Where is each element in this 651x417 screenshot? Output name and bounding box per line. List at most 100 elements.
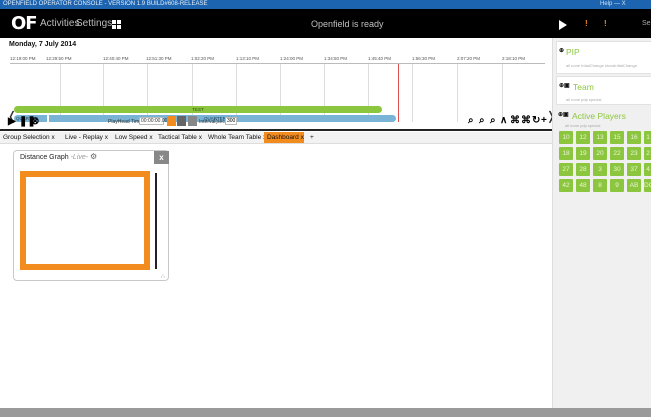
settings-gear-icon[interactable]: ⚙ <box>90 152 97 161</box>
player-badge[interactable]: 9 <box>610 179 624 192</box>
grid-line <box>192 64 193 122</box>
tab-dashboard[interactable]: Dashboard x <box>264 132 304 143</box>
pip-card: ⊕ PIP all none InItalChange showInItalCh… <box>556 41 651 74</box>
player-badge[interactable]: 28 <box>576 163 590 176</box>
caret-up-icon[interactable]: ∧ <box>500 115 507 126</box>
apps-grid-icon[interactable] <box>112 20 121 29</box>
player-badge[interactable]: 20 <box>593 147 607 160</box>
panel-close-button[interactable]: x <box>154 151 169 164</box>
player-badge[interactable]: 23 <box>627 147 641 160</box>
player-badge[interactable]: 15 <box>610 131 624 144</box>
tab-whole-team-table[interactable]: Whole Team Table x <box>205 132 266 143</box>
window-title: OPENFIELD OPERATOR CONSOLE - VERSION 1.9… <box>3 1 208 7</box>
lock-icon[interactable]: ⊕▣ <box>558 111 569 118</box>
grid-line <box>412 64 413 122</box>
alert-marker-1[interactable]: ! <box>585 19 588 28</box>
panel-live-label: -Live- <box>70 154 89 161</box>
tick-label: 1:56:30 PM <box>412 56 436 61</box>
play-icon[interactable]: ▶ <box>8 116 16 128</box>
player-badge[interactable]: 3 <box>593 163 607 176</box>
player-badge[interactable]: 19 <box>576 147 590 160</box>
tick-label: 12:29:50 PM <box>46 56 72 61</box>
player-badge[interactable]: AB <box>627 179 641 192</box>
expand-icon[interactable]: ⊕ <box>559 47 564 54</box>
player-badge[interactable]: 10 <box>559 131 573 144</box>
grid-line <box>280 64 281 122</box>
player-badge[interactable]: 42 <box>559 179 573 192</box>
player-badge[interactable]: 2 <box>644 147 651 160</box>
distance-graph-area[interactable] <box>20 171 150 270</box>
player-badge[interactable]: 13 <box>593 131 607 144</box>
tick-label: 2:18:10 PM <box>502 56 526 61</box>
play-icon[interactable] <box>559 20 567 30</box>
player-badge[interactable]: 1 <box>644 131 651 144</box>
section-divider <box>0 129 552 131</box>
reset-icon[interactable]: ↻ <box>532 115 540 126</box>
playhead-time-field[interactable]: 00:00:00.000 <box>139 117 170 125</box>
tick-label: 1:24:00 PM <box>280 56 304 61</box>
lock-icon[interactable]: ⊕▣ <box>559 82 570 89</box>
record-button[interactable] <box>167 116 176 126</box>
right-sidebar: ⊕ PIP all none InItalChange showInItalCh… <box>552 38 651 408</box>
tab-close-icon: x <box>149 134 153 141</box>
add-tab-button[interactable]: + <box>307 132 317 143</box>
tab-close-icon: x <box>104 134 108 141</box>
resize-handle-icon[interactable]: ∴ <box>161 273 165 280</box>
status-bar <box>0 408 651 417</box>
fullscreen-icon[interactable]: ⌘ <box>510 115 520 126</box>
time-ruler[interactable]: 12:19:00 PM 12:29:50 PM 12:40:40 PM 12:5… <box>10 56 545 64</box>
player-badge[interactable]: DO <box>644 179 651 192</box>
grid-line <box>324 64 325 122</box>
team-title: Team <box>573 82 594 92</box>
players-filters[interactable]: all none pdp special <box>565 123 600 128</box>
grid-line <box>368 64 369 122</box>
tab-close-icon: x <box>198 134 202 141</box>
add-icon[interactable]: + <box>541 115 547 126</box>
player-badge[interactable]: 27 <box>559 163 573 176</box>
tab-live-replay[interactable]: Live - Replay x <box>62 132 112 143</box>
tab-tactical-table[interactable]: Tactical Table x <box>155 132 205 143</box>
menu-settings[interactable]: Settings <box>76 18 112 29</box>
interval-label: Interval(sec): <box>199 119 228 125</box>
player-badge[interactable]: 37 <box>627 163 641 176</box>
player-badge[interactable]: 16 <box>627 131 641 144</box>
window-controls[interactable]: Help — X <box>600 0 626 9</box>
grid-line <box>60 64 61 122</box>
tick-label: 1:34:50 PM <box>324 56 348 61</box>
interval-field[interactable]: 300 <box>225 117 237 125</box>
collapse-icon[interactable]: ⌘ <box>521 115 531 126</box>
player-badge[interactable]: 12 <box>576 131 590 144</box>
player-badge[interactable]: 4 <box>644 163 651 176</box>
tab-group-selection[interactable]: Group Selection x <box>0 132 58 143</box>
step-forward-button[interactable] <box>188 116 197 126</box>
alert-marker-2[interactable]: ! <box>604 19 607 28</box>
player-badge[interactable]: 30 <box>610 163 624 176</box>
tick-label: 12:19:00 PM <box>10 56 36 61</box>
zoom-out-icon[interactable]: ⌕ <box>490 115 496 126</box>
distance-graph-panel[interactable]: Distance Graph -Live- ⚙ x ∴ <box>13 150 169 281</box>
playhead-line[interactable] <box>398 64 399 122</box>
player-badge[interactable]: 48 <box>576 179 590 192</box>
active-players-title: Active Players <box>572 111 626 121</box>
zoom-icon[interactable]: ⌕ <box>468 115 474 126</box>
grid-line <box>147 64 148 122</box>
playback-controls: ▶ ❚❚ ⊗ PlayHead Time: 00:00:00.000 Inter… <box>0 115 559 129</box>
tab-low-speed[interactable]: Low Speed x <box>112 132 153 143</box>
player-badge[interactable]: 18 <box>559 147 573 160</box>
session-bar[interactable]: TEST <box>14 106 382 113</box>
tick-label: 2:07:20 PM <box>457 56 481 61</box>
stop-icon[interactable]: ⊗ <box>31 116 39 128</box>
team-filters[interactable]: all none pdp special <box>566 97 601 102</box>
pip-filters[interactable]: all none InItalChange showInItalChange <box>566 63 637 68</box>
player-badge[interactable]: 8 <box>593 179 607 192</box>
step-button[interactable] <box>177 116 186 126</box>
menu-activities[interactable]: Activities <box>40 18 79 29</box>
tab-bar: Group Selection x Live - Replay x Low Sp… <box>0 132 552 144</box>
tick-label: 12:51:30 PM <box>146 56 172 61</box>
player-badge[interactable]: 22 <box>610 147 624 160</box>
truncated-label[interactable]: Se <box>642 20 651 27</box>
pip-title: PIP <box>566 47 580 57</box>
graph-scrollbar[interactable] <box>155 173 157 269</box>
zoom-in-icon[interactable]: ⌕ <box>479 115 485 126</box>
grid-line <box>236 64 237 122</box>
